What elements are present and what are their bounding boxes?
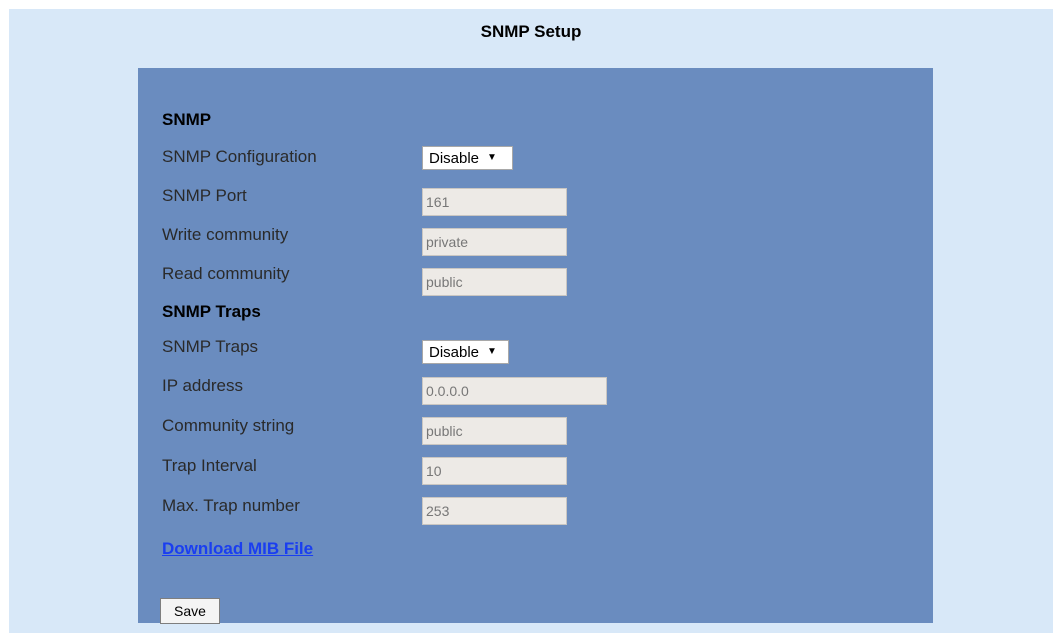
trap-interval-field[interactable] bbox=[422, 457, 567, 485]
save-button[interactable]: Save bbox=[160, 598, 220, 624]
snmp-configuration-label: SNMP Configuration bbox=[162, 147, 317, 166]
write-community-field[interactable] bbox=[422, 228, 567, 256]
write-community-label: Write community bbox=[162, 225, 289, 244]
download-mib-file-link[interactable]: Download MIB File bbox=[162, 539, 313, 559]
snmp-port-field[interactable] bbox=[422, 188, 567, 216]
snmp-configuration-select[interactable]: Disable ▼ bbox=[422, 146, 513, 170]
page-background: SNMP Setup SNMP SNMP Configuration Disab… bbox=[9, 9, 1053, 633]
community-string-label: Community string bbox=[162, 416, 295, 435]
snmp-traps-select[interactable]: Disable ▼ bbox=[422, 340, 509, 364]
snmp-section-title: SNMP bbox=[162, 110, 212, 129]
read-community-field[interactable] bbox=[422, 268, 567, 296]
snmp-configuration-value: Disable bbox=[429, 150, 480, 167]
page-title: SNMP Setup bbox=[480, 22, 582, 41]
community-string-field[interactable] bbox=[422, 417, 567, 445]
snmp-traps-label: SNMP Traps bbox=[162, 337, 259, 356]
max-trap-number-label: Max. Trap number bbox=[162, 496, 300, 515]
dropdown-arrow-icon: ▼ bbox=[487, 152, 497, 163]
snmp-traps-value: Disable bbox=[429, 344, 480, 361]
max-trap-number-field[interactable] bbox=[422, 497, 567, 525]
snmp-port-label: SNMP Port bbox=[162, 186, 247, 205]
read-community-label: Read community bbox=[162, 264, 290, 283]
dropdown-arrow-icon: ▼ bbox=[487, 346, 497, 357]
ip-address-label: IP address bbox=[162, 376, 243, 395]
trap-interval-label: Trap Interval bbox=[162, 456, 257, 475]
snmp-traps-section-title: SNMP Traps bbox=[162, 302, 261, 321]
ip-address-field[interactable] bbox=[422, 377, 607, 405]
snmp-settings-panel: SNMP SNMP Configuration Disable ▼ SNMP P… bbox=[138, 68, 933, 624]
